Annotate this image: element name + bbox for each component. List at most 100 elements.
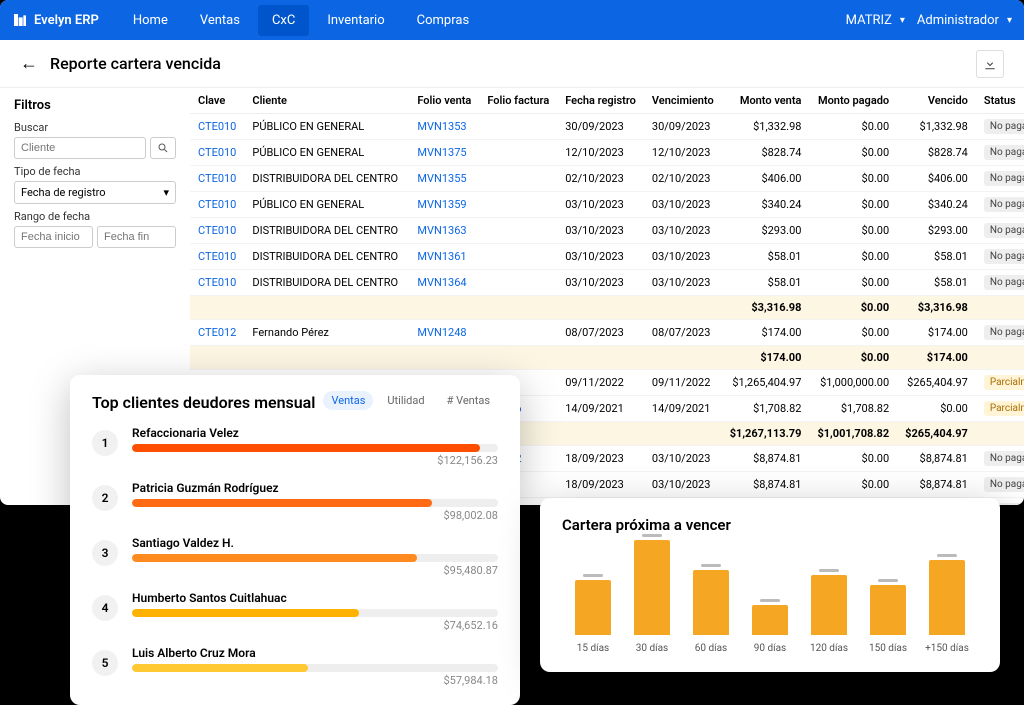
folio-factura-link[interactable]: [479, 270, 557, 296]
chart-bar: 120 días: [804, 575, 854, 654]
search-button[interactable]: [150, 137, 176, 159]
branch-selector[interactable]: MATRIZ: [846, 13, 905, 28]
debtor-bar: [132, 444, 498, 452]
search-icon: [157, 142, 169, 154]
clave-link[interactable]: CTE010: [190, 114, 244, 140]
date-type-label: Tipo de fecha: [14, 165, 176, 178]
folio-factura-link[interactable]: [479, 218, 557, 244]
rank-badge: 5: [92, 650, 118, 676]
clave-link[interactable]: CTE010: [190, 166, 244, 192]
folio-venta-link[interactable]: MVN1355: [409, 166, 479, 192]
status-badge: No pagada: [984, 197, 1024, 212]
back-button[interactable]: ←: [20, 53, 38, 74]
clave-link[interactable]: CTE010: [190, 140, 244, 166]
download-icon: [983, 57, 997, 71]
table-row[interactable]: CTE010PÚBLICO EN GENERALMVN137512/10/202…: [190, 140, 1024, 166]
table-row[interactable]: CTE010PÚBLICO EN GENERALMVN135903/10/202…: [190, 192, 1024, 218]
search-input[interactable]: [14, 137, 146, 159]
folio-factura-link[interactable]: [479, 166, 557, 192]
debtors-tab[interactable]: Utilidad: [379, 391, 432, 410]
download-button[interactable]: [976, 50, 1004, 78]
nav-item-home[interactable]: Home: [119, 5, 182, 36]
table-row[interactable]: CTE012Fernando PérezMVN124808/07/202308/…: [190, 320, 1024, 346]
debtor-name: Santiago Valdez H.: [132, 536, 498, 550]
folio-factura-link[interactable]: [479, 244, 557, 270]
chart-bar: 150 días: [863, 585, 913, 654]
column-header[interactable]: Monto pagado: [809, 88, 897, 114]
nav-item-inventario[interactable]: Inventario: [313, 5, 398, 36]
column-header[interactable]: Cliente: [244, 88, 409, 114]
debtor-amount: $122,156.23: [132, 454, 498, 467]
clave-link[interactable]: CTE010: [190, 244, 244, 270]
app-logo[interactable]: Evelyn ERP: [12, 12, 99, 28]
chart-bar: 15 días: [568, 580, 618, 654]
column-header[interactable]: Monto venta: [722, 88, 810, 114]
clave-link[interactable]: CTE010: [190, 218, 244, 244]
folio-venta-link[interactable]: MVN1353: [409, 114, 479, 140]
table-row[interactable]: CTE010PÚBLICO EN GENERALMVN135330/09/202…: [190, 114, 1024, 140]
date-range-label: Rango de fecha: [14, 210, 176, 223]
debtor-row: 1Refaccionaria Velez$122,156.23: [92, 426, 498, 467]
chart-bar: 30 días: [627, 540, 677, 654]
cliente-cell: Fernando Pérez: [244, 320, 409, 346]
table-row[interactable]: CTE010DISTRIBUIDORA DEL CENTROMVN136103/…: [190, 244, 1024, 270]
debtor-bar: [132, 609, 498, 617]
folio-factura-link[interactable]: [479, 192, 557, 218]
column-header[interactable]: Folio venta: [409, 88, 479, 114]
folio-factura-link[interactable]: [479, 114, 557, 140]
status-badge: No pagada: [984, 145, 1024, 160]
nav-item-compras[interactable]: Compras: [403, 5, 484, 36]
cliente-cell: DISTRIBUIDORA DEL CENTRO: [244, 218, 409, 244]
status-badge: No pagada: [984, 171, 1024, 186]
folio-venta-link[interactable]: MVN1375: [409, 140, 479, 166]
table-row[interactable]: CTE010DISTRIBUIDORA DEL CENTROMVN135502/…: [190, 166, 1024, 192]
folio-venta-link[interactable]: MVN1359: [409, 192, 479, 218]
chart-x-label: 15 días: [577, 643, 609, 654]
chart-x-label: 30 días: [636, 643, 668, 654]
rank-badge: 4: [92, 595, 118, 621]
clave-link[interactable]: CTE012: [190, 320, 244, 346]
nav-item-cxc[interactable]: CxC: [258, 5, 309, 36]
cliente-cell: DISTRIBUIDORA DEL CENTRO: [244, 244, 409, 270]
debtors-tab[interactable]: Ventas: [323, 391, 373, 410]
debtor-name: Refaccionaria Velez: [132, 426, 498, 440]
folio-venta-link[interactable]: MVN1248: [409, 320, 479, 346]
date-type-select[interactable]: Fecha de registro ▾: [14, 181, 176, 204]
cliente-cell: PÚBLICO EN GENERAL: [244, 192, 409, 218]
cliente-cell: DISTRIBUIDORA DEL CENTRO: [244, 166, 409, 192]
column-header[interactable]: Vencido: [897, 88, 976, 114]
debtor-bar: [132, 554, 498, 562]
folio-venta-link[interactable]: MVN1364: [409, 270, 479, 296]
rank-badge: 3: [92, 540, 118, 566]
cliente-cell: PÚBLICO EN GENERAL: [244, 140, 409, 166]
folio-factura-link[interactable]: [479, 320, 557, 346]
debtor-name: Luis Alberto Cruz Mora: [132, 646, 498, 660]
date-start-input[interactable]: [14, 226, 93, 248]
column-header[interactable]: Clave: [190, 88, 244, 114]
date-end-input[interactable]: [97, 226, 176, 248]
debtors-tab[interactable]: # Ventas: [439, 391, 498, 410]
status-badge: Parcialmente pagada: [984, 401, 1024, 416]
cliente-cell: DISTRIBUIDORA DEL CENTRO: [244, 270, 409, 296]
search-label: Buscar: [14, 121, 176, 134]
column-header[interactable]: Vencimiento: [644, 88, 722, 114]
folio-venta-link[interactable]: MVN1363: [409, 218, 479, 244]
logo-icon: [12, 12, 28, 28]
clave-link[interactable]: CTE010: [190, 192, 244, 218]
top-debtors-tabs: Ventas Utilidad # Ventas: [323, 391, 498, 410]
column-header[interactable]: Status: [976, 88, 1024, 114]
table-row[interactable]: CTE010DISTRIBUIDORA DEL CENTROMVN136403/…: [190, 270, 1024, 296]
debtor-row: 5Luis Alberto Cruz Mora$57,984.18: [92, 646, 498, 687]
nav-item-ventas[interactable]: Ventas: [186, 5, 254, 36]
column-header[interactable]: Fecha registro: [557, 88, 644, 114]
clave-link[interactable]: CTE010: [190, 270, 244, 296]
upcoming-portfolio-title: Cartera próxima a vencer: [562, 516, 978, 534]
user-menu[interactable]: Administrador: [917, 13, 1012, 28]
folio-factura-link[interactable]: [479, 140, 557, 166]
table-row[interactable]: CTE010DISTRIBUIDORA DEL CENTROMVN136303/…: [190, 218, 1024, 244]
column-header[interactable]: Folio factura: [479, 88, 557, 114]
filters-heading: Filtros: [14, 98, 176, 113]
debtor-row: 4Humberto Santos Cuitlahuac$74,652.16: [92, 591, 498, 632]
status-badge: No pagada: [984, 451, 1024, 466]
folio-venta-link[interactable]: MVN1361: [409, 244, 479, 270]
